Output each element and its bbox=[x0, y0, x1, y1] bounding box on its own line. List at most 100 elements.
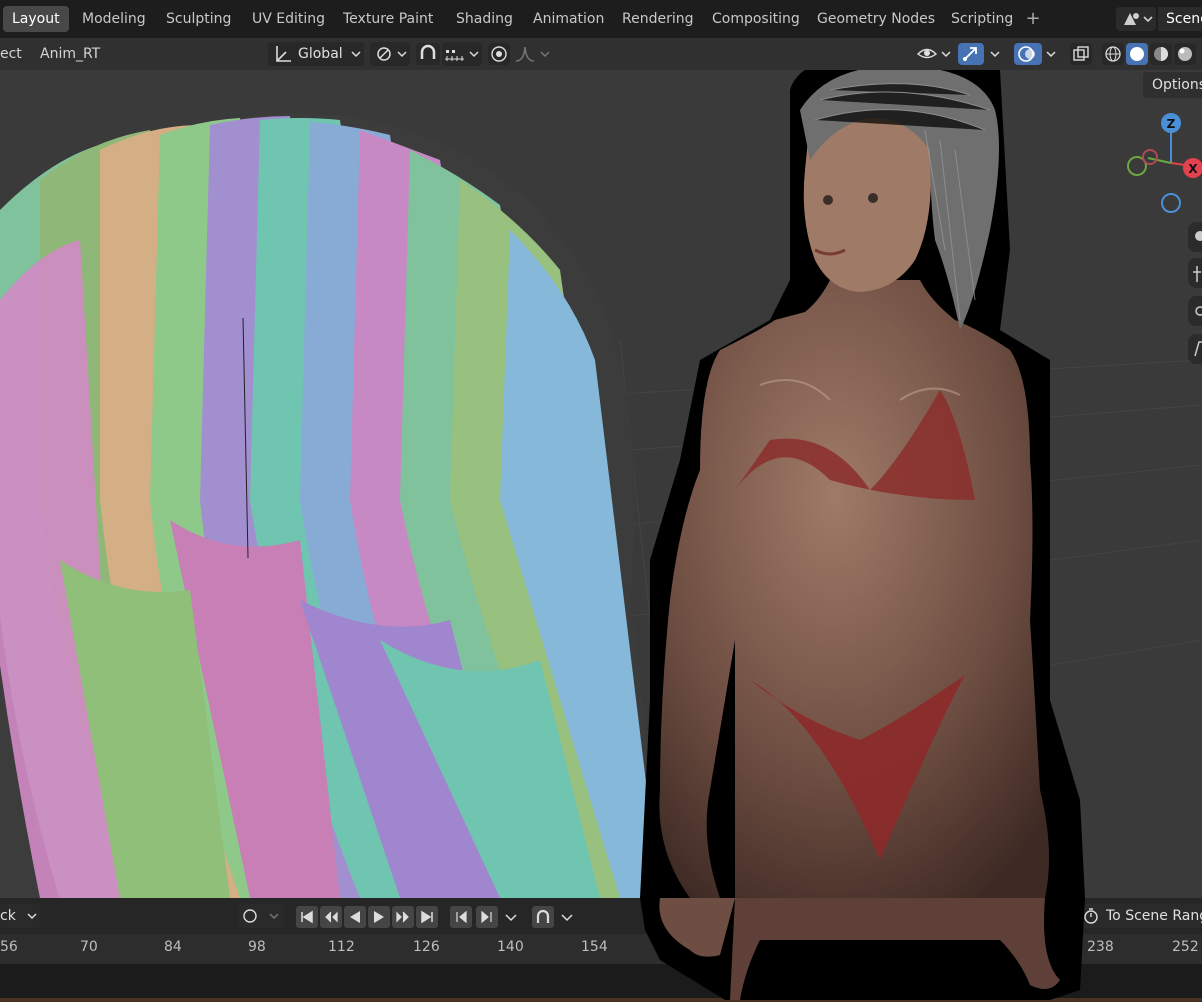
tab-rendering[interactable]: Rendering bbox=[613, 6, 703, 32]
snap-target-dropdown[interactable] bbox=[442, 42, 482, 66]
falloff-curve-icon bbox=[515, 46, 550, 62]
shading-wireframe[interactable] bbox=[1102, 43, 1124, 65]
keyframe-options-dropdown[interactable] bbox=[500, 906, 522, 928]
play-button[interactable] bbox=[368, 906, 390, 928]
jump-start-button[interactable] bbox=[296, 906, 318, 928]
jump-end-button[interactable] bbox=[416, 906, 438, 928]
jump-start-icon bbox=[301, 910, 313, 924]
pivot-icon bbox=[377, 47, 407, 61]
keying-dropdown[interactable] bbox=[238, 904, 284, 928]
tab-scripting[interactable]: Scripting bbox=[942, 6, 1022, 32]
orientation-icon bbox=[276, 46, 291, 62]
viewport-header: ect Anim_RT Global bbox=[0, 38, 1202, 70]
prev-keyframe-icon bbox=[325, 911, 338, 923]
proportional-icon bbox=[491, 46, 507, 62]
frame-tick: 140 bbox=[497, 939, 524, 955]
record-icon bbox=[243, 909, 279, 923]
tab-compositing[interactable]: Compositing bbox=[703, 6, 809, 32]
chevron-down-icon bbox=[505, 914, 517, 922]
camera-view-button[interactable] bbox=[1188, 296, 1202, 326]
gizmo-toggle[interactable] bbox=[958, 43, 984, 65]
frame-tick: 154 bbox=[581, 939, 608, 955]
tab-shading[interactable]: Shading bbox=[447, 6, 522, 32]
gizmo-dropdown[interactable] bbox=[986, 42, 1006, 66]
eye-icon bbox=[916, 48, 951, 59]
overlays-icon bbox=[1018, 46, 1035, 62]
hair-cards-mesh[interactable] bbox=[0, 113, 660, 898]
stopwatch-icon bbox=[1084, 908, 1098, 924]
playback-dropdown[interactable]: ck bbox=[0, 904, 40, 928]
perspective-toggle-button[interactable] bbox=[1188, 334, 1202, 364]
3d-viewport[interactable]: Z X Options bbox=[0, 70, 1202, 898]
playback-label: ck bbox=[0, 908, 16, 924]
xray-toggle[interactable] bbox=[1070, 43, 1092, 65]
status-bar bbox=[0, 998, 1202, 1002]
gizmo-z-label: Z bbox=[1167, 117, 1176, 131]
play-icon bbox=[374, 911, 384, 923]
snap-magnet-icon bbox=[536, 909, 550, 923]
select-menu[interactable]: ect bbox=[0, 44, 22, 64]
wireframe-sphere-icon bbox=[1105, 46, 1121, 62]
frame-tick: 70 bbox=[80, 939, 98, 955]
snap-toggle[interactable] bbox=[416, 43, 440, 65]
next-marker-icon bbox=[481, 910, 492, 924]
frame-tick: 84 bbox=[164, 939, 182, 955]
chevron-down-icon bbox=[990, 51, 1000, 58]
snap-increment-icon bbox=[445, 50, 479, 61]
transform-orientation-dropdown[interactable]: Global bbox=[268, 42, 364, 66]
timeline-body[interactable] bbox=[0, 964, 1202, 998]
gizmo-neg-z-axis[interactable] bbox=[1161, 193, 1181, 213]
prev-keyframe-button[interactable] bbox=[320, 906, 342, 928]
frame-tick: 112 bbox=[328, 939, 355, 955]
scene-range-toggle[interactable]: To Scene Rang bbox=[1078, 904, 1202, 928]
tab-geometry-nodes[interactable]: Geometry Nodes bbox=[808, 6, 944, 32]
options-dropdown[interactable]: Options bbox=[1143, 72, 1202, 98]
next-keyframe-button[interactable] bbox=[392, 906, 414, 928]
gizmo-neg-x-axis[interactable] bbox=[1142, 149, 1158, 165]
navigation-gizmo[interactable]: Z X bbox=[1127, 113, 1202, 213]
prev-marker-button[interactable] bbox=[450, 906, 472, 928]
pivot-point-dropdown[interactable] bbox=[370, 42, 410, 66]
play-reverse-button[interactable] bbox=[344, 906, 366, 928]
prev-marker-icon bbox=[456, 910, 467, 924]
tab-uv-editing[interactable]: UV Editing bbox=[243, 6, 334, 32]
frame-tick: 56 bbox=[0, 939, 18, 955]
tab-modeling[interactable]: Modeling bbox=[73, 6, 155, 32]
tab-sculpting[interactable]: Sculpting bbox=[157, 6, 240, 32]
next-marker-button[interactable] bbox=[476, 906, 498, 928]
tab-texture-paint[interactable]: Texture Paint bbox=[334, 6, 442, 32]
pan-button[interactable] bbox=[1188, 258, 1202, 288]
chevron-down-icon bbox=[1046, 51, 1056, 58]
transform-orientation-value: Global bbox=[298, 46, 343, 62]
workspace-bar: Layout Modeling Sculpting UV Editing Tex… bbox=[0, 0, 1202, 38]
tab-layout[interactable]: Layout bbox=[3, 6, 69, 32]
rendered-sphere-icon bbox=[1178, 47, 1192, 61]
shading-solid[interactable] bbox=[1126, 43, 1148, 65]
shading-material[interactable] bbox=[1150, 43, 1172, 65]
tab-animation[interactable]: Animation bbox=[524, 6, 613, 32]
solid-sphere-icon bbox=[1130, 47, 1144, 61]
chevron-down-icon bbox=[351, 51, 361, 58]
scene-name[interactable]: Scene bbox=[1158, 7, 1202, 31]
snap-options-dropdown[interactable] bbox=[556, 906, 578, 928]
timeline-header: ck To Scene Rang bbox=[0, 898, 1202, 934]
timeline-ruler[interactable]: 56 70 84 98 112 126 140 154 238 252 bbox=[0, 934, 1202, 964]
frame-tick: 252 bbox=[1172, 939, 1199, 955]
frame-tick: 98 bbox=[248, 939, 266, 955]
object-name[interactable]: Anim_RT bbox=[40, 44, 100, 64]
proportional-falloff-dropdown[interactable] bbox=[514, 43, 554, 65]
add-workspace-button[interactable]: + bbox=[1024, 6, 1042, 32]
scene-selector[interactable] bbox=[1116, 7, 1156, 31]
proportional-edit-toggle[interactable] bbox=[488, 43, 510, 65]
overlays-toggle[interactable] bbox=[1014, 43, 1042, 65]
auto-snap-toggle[interactable] bbox=[532, 906, 554, 928]
snap-magnet-icon bbox=[420, 44, 436, 59]
next-keyframe-icon bbox=[396, 911, 409, 923]
shading-rendered[interactable] bbox=[1174, 43, 1196, 65]
frame-tick: 126 bbox=[413, 939, 440, 955]
scene-icon bbox=[1124, 13, 1153, 25]
viewport-scene: Z X bbox=[0, 70, 1202, 898]
chevron-down-icon bbox=[561, 914, 573, 922]
overlays-dropdown[interactable] bbox=[1042, 42, 1062, 66]
visibility-dropdown[interactable] bbox=[916, 42, 956, 66]
